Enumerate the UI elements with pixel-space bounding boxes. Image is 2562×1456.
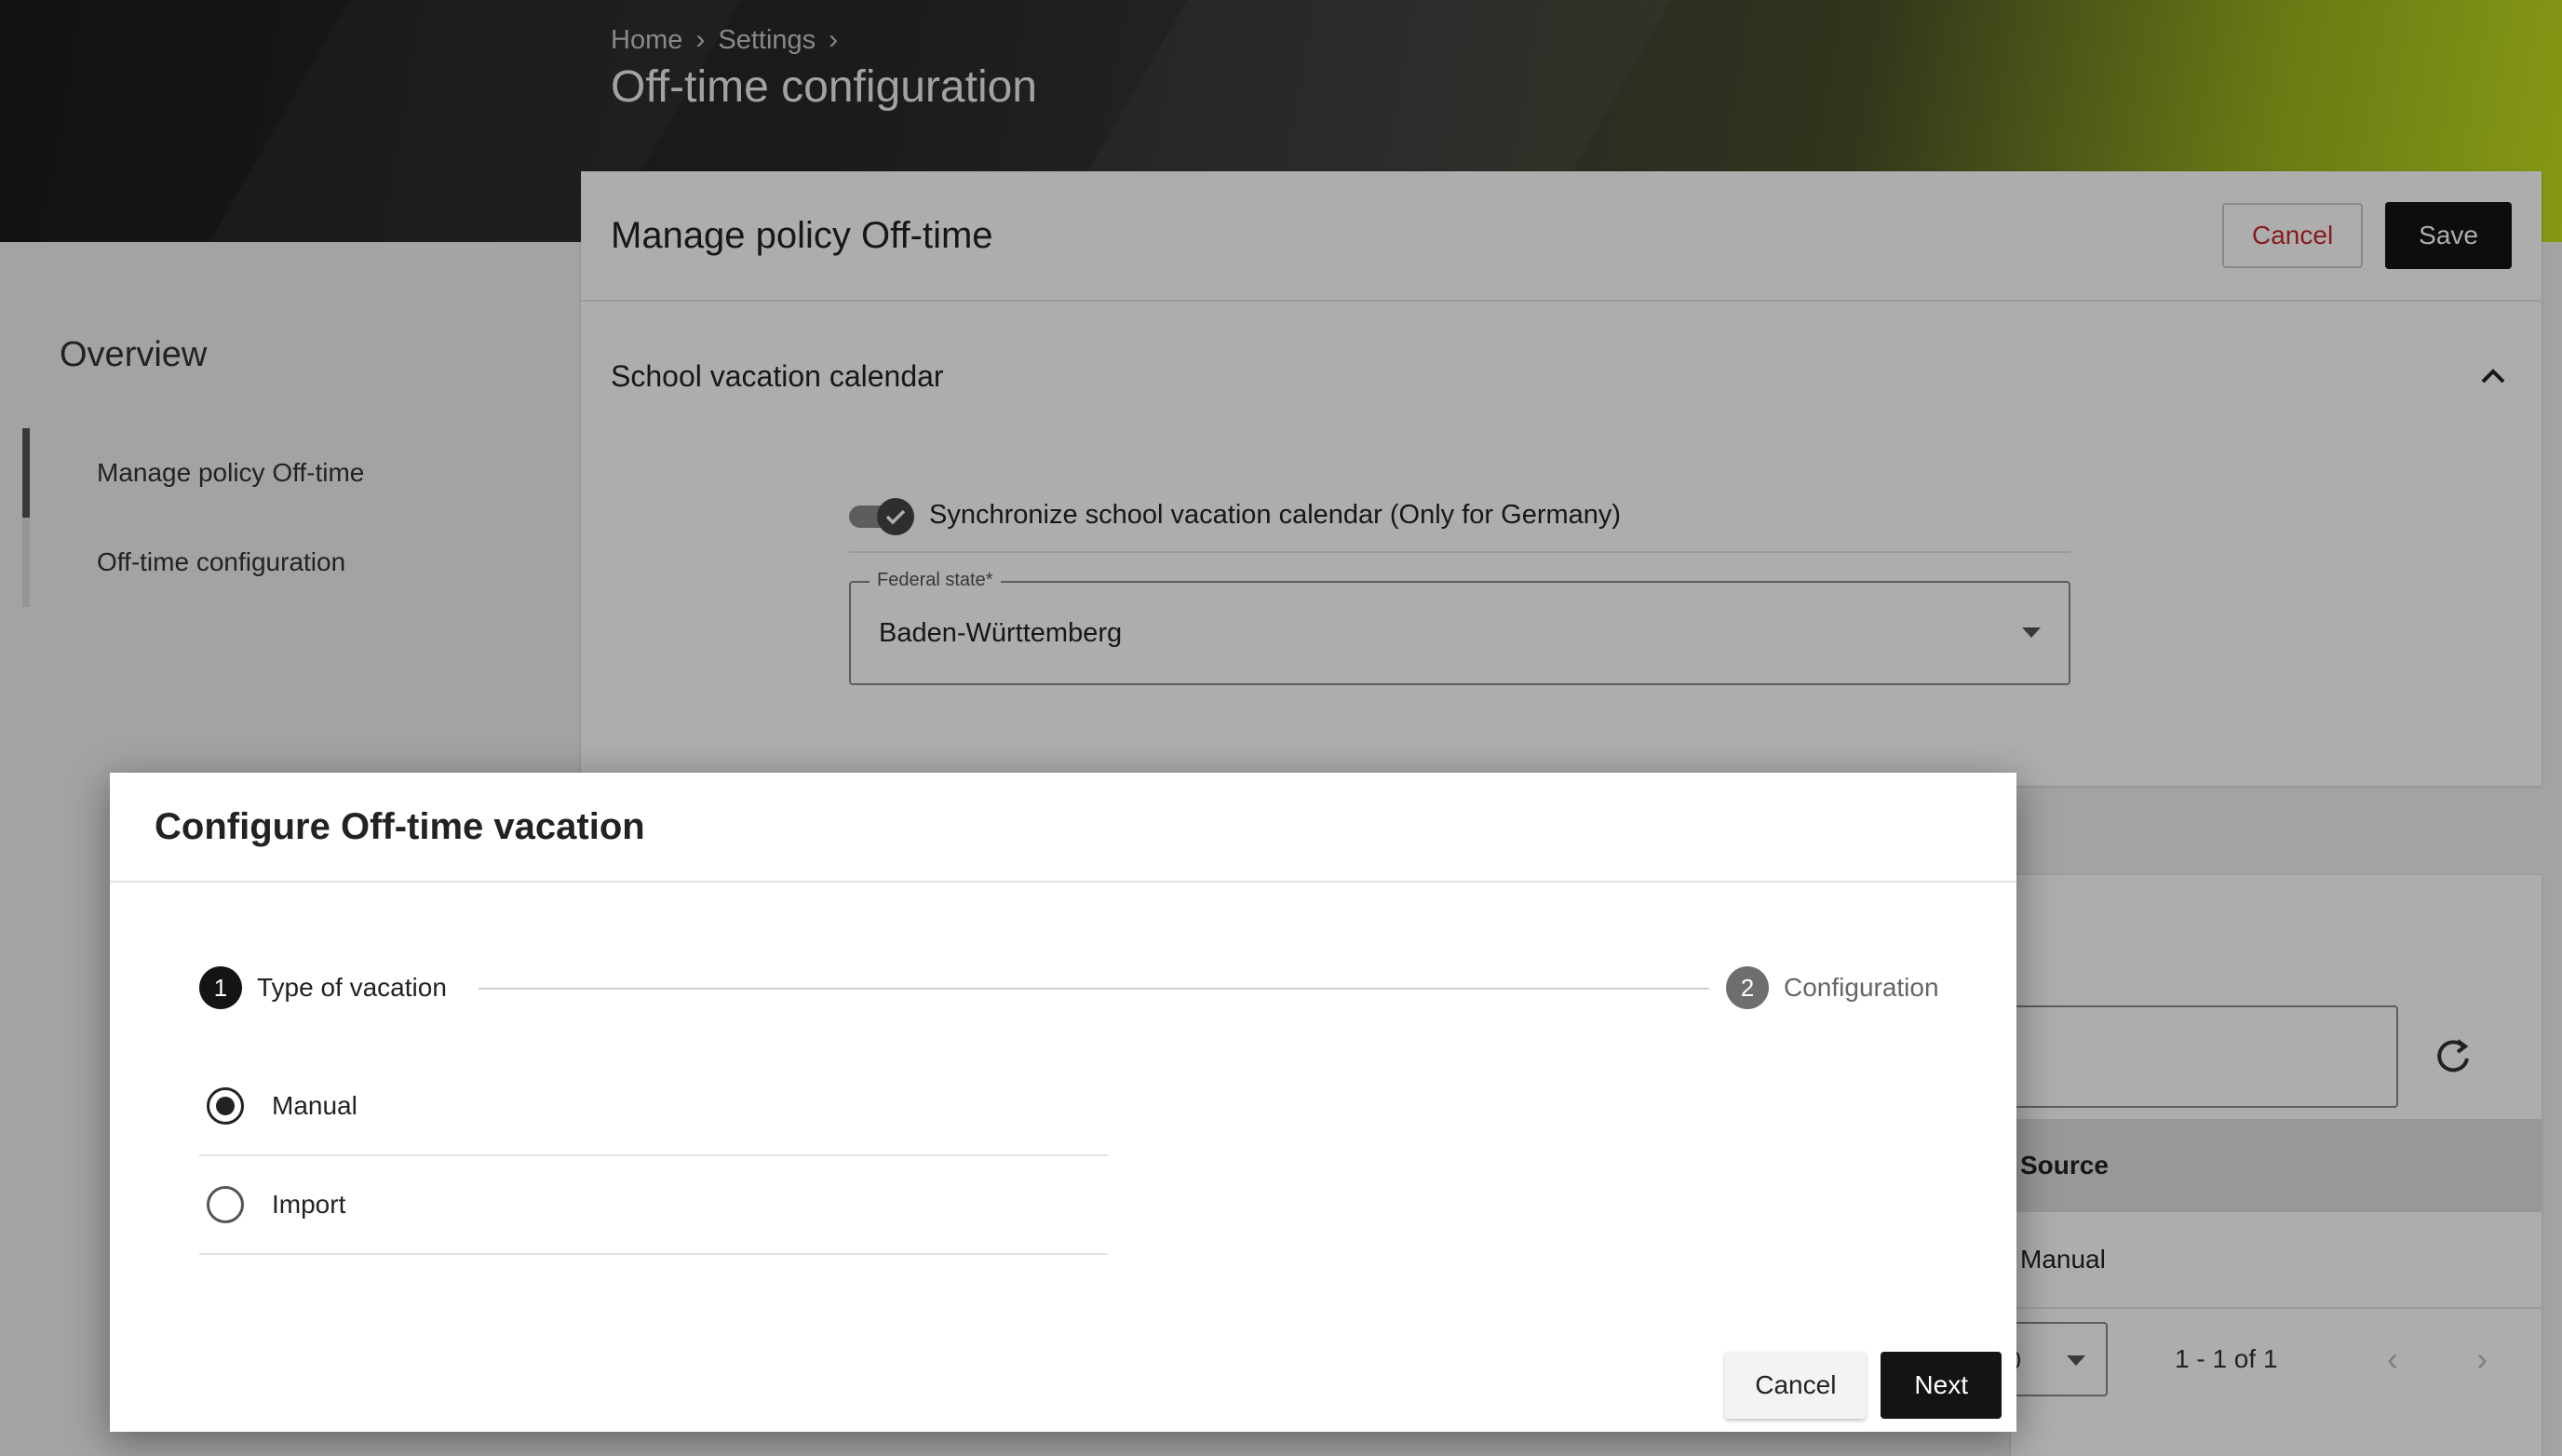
radio-label: Manual bbox=[272, 1091, 357, 1120]
configure-vacation-dialog: Configure Off-time vacation 1 Type of va… bbox=[110, 773, 2016, 1432]
step-label: Configuration bbox=[1784, 973, 1939, 1002]
radio-button[interactable] bbox=[207, 1186, 244, 1223]
dialog-cancel-button[interactable]: Cancel bbox=[1725, 1352, 1867, 1419]
step-label: Type of vacation bbox=[257, 973, 447, 1002]
step-connector bbox=[479, 988, 1709, 990]
radio-option-manual[interactable]: Manual bbox=[199, 1058, 1108, 1156]
step-configuration[interactable]: 2 Configuration bbox=[1726, 966, 1939, 1009]
step-type-of-vacation[interactable]: 1 Type of vacation bbox=[199, 966, 447, 1009]
radio-label: Import bbox=[272, 1190, 346, 1219]
next-button[interactable]: Next bbox=[1881, 1352, 2002, 1419]
step-number: 1 bbox=[199, 966, 242, 1009]
step-number: 2 bbox=[1726, 966, 1769, 1009]
vacation-type-radio-group: Manual Import bbox=[199, 1058, 1108, 1255]
stepper: 1 Type of vacation 2 Configuration bbox=[199, 966, 1939, 1011]
dialog-actions: Cancel Next bbox=[1725, 1352, 2002, 1419]
radio-button-checked[interactable] bbox=[207, 1087, 244, 1125]
dialog-title: Configure Off-time vacation bbox=[155, 805, 645, 847]
dialog-header: Configure Off-time vacation bbox=[110, 773, 2016, 883]
radio-option-import[interactable]: Import bbox=[199, 1156, 1108, 1255]
